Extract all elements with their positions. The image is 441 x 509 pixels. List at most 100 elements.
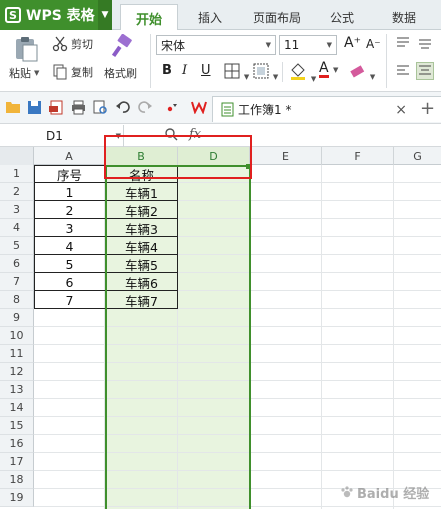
shrink-font-icon: A⁻ [366,37,381,51]
print-button[interactable] [71,100,86,118]
select-all-corner[interactable] [0,147,34,165]
wps-logo-icon: S [5,7,21,23]
header-cell-index[interactable]: 序号 [34,165,105,183]
table-cell-index[interactable]: 1 [34,183,105,201]
customize-toolbar-button[interactable] [166,100,178,117]
align-middle-button[interactable] [418,36,432,53]
open-folder-button[interactable] [5,100,21,117]
align-top-icon [396,36,410,50]
paste-label: 粘贴 [9,67,31,80]
row-header[interactable]: 10 [0,327,34,345]
formula-input[interactable] [224,126,441,146]
eraser-icon [348,63,366,79]
watermark-text: Baidu 经验 [357,486,430,502]
app-menu-button[interactable]: S WPS 表格 [0,0,98,30]
wps-home-button[interactable] [191,100,207,117]
row-header[interactable]: 17 [0,453,34,471]
column-header-f[interactable]: F [322,147,394,165]
table-cell-index[interactable]: 7 [34,291,105,309]
dropdown-dot-icon [166,100,178,114]
watermark: Baidu 经验 [340,478,440,506]
redo-button[interactable] [137,99,153,118]
paste-icon[interactable] [12,35,42,63]
row-header[interactable]: 8 [0,291,34,309]
undo-button[interactable] [115,99,131,118]
align-center-button[interactable] [416,62,434,80]
table-cell-index[interactable]: 2 [34,201,105,219]
scissors-icon [52,36,68,52]
row-header[interactable]: 7 [0,273,34,291]
table-cell-index[interactable]: 6 [34,273,105,291]
grow-font-icon: A⁺ [344,35,361,51]
tab-insert[interactable]: 插入 [186,4,234,30]
font-color-button[interactable]: A ▼ [319,60,338,78]
table-cell-index[interactable]: 4 [34,237,105,255]
column-header-e[interactable]: E [250,147,322,165]
tab-formulas[interactable]: 公式 [318,4,366,30]
redo-icon [137,99,153,115]
row-header[interactable]: 3 [0,201,34,219]
row-header[interactable]: 4 [0,219,34,237]
highlight-annotation-box [104,135,252,179]
column-header-g[interactable]: G [394,147,441,165]
close-tab-button[interactable]: × [395,102,407,118]
row-header[interactable]: 16 [0,435,34,453]
grow-font-button[interactable]: A⁺ [344,35,361,51]
align-left-button[interactable] [396,64,410,81]
shrink-font-button[interactable]: A⁻ [366,37,381,51]
print-preview-button[interactable] [93,100,108,118]
table-cell-index[interactable]: 5 [34,255,105,273]
row-header[interactable]: 1 [0,165,34,183]
row-header[interactable]: 19 [0,489,34,507]
tab-home[interactable]: 开始 [120,4,178,31]
table-cell-index[interactable]: 3 [34,219,105,237]
save-button[interactable] [27,100,42,118]
row-header[interactable]: 6 [0,255,34,273]
underline-button[interactable]: U [201,63,211,78]
tab-page-layout[interactable]: 页面布局 [244,4,310,30]
align-top-button[interactable] [396,36,410,53]
merge-cells-button[interactable]: ▼ [253,63,278,82]
export-pdf-button[interactable] [49,100,64,118]
font-name-select[interactable]: 宋体 ▼ [156,35,276,55]
row-header[interactable]: 13 [0,381,34,399]
new-tab-button[interactable]: + [420,98,435,119]
paint-bucket-icon [289,61,307,81]
format-painter-button[interactable]: 格式刷 [104,65,137,81]
printer-icon [71,100,86,115]
borders-icon [224,63,240,79]
pdf-icon [49,100,64,115]
row-header[interactable]: 15 [0,417,34,435]
bold-button[interactable]: B [162,63,172,78]
font-size-select[interactable]: 11 ▼ [279,35,337,55]
document-tab[interactable]: 工作簿1 * × [212,96,441,122]
borders-dropdown-icon: ▼ [243,73,250,81]
italic-button[interactable]: I [182,63,187,78]
borders-button[interactable]: ▼ [224,63,249,82]
tab-data[interactable]: 数据 [376,4,432,30]
cut-button[interactable]: 剪切 [52,36,93,52]
font-name-dropdown-icon: ▼ [265,41,271,49]
column-header-a[interactable]: A [34,147,105,165]
folder-icon [5,100,21,114]
row-header[interactable]: 12 [0,363,34,381]
clear-format-button[interactable]: ▼ [348,63,375,82]
format-painter-icon[interactable] [110,33,136,60]
row-header[interactable]: 9 [0,309,34,327]
row-header[interactable]: 18 [0,471,34,489]
copy-button[interactable]: 复制 [52,64,93,80]
spreadsheet-file-icon [221,102,234,117]
column-gridline [393,165,394,509]
row-header[interactable]: 5 [0,237,34,255]
fill-color-button[interactable]: ▼ [289,61,316,84]
column-gridline [321,165,322,509]
undo-icon [115,99,131,115]
paste-dropdown-icon: ▼ [34,69,40,77]
font-size-dropdown-icon: ▼ [326,41,332,49]
row-header[interactable]: 14 [0,399,34,417]
row-header[interactable]: 11 [0,345,34,363]
print-preview-icon [93,100,108,115]
app-menu-dropdown-icon[interactable]: ▼ [98,0,112,30]
row-header[interactable]: 2 [0,183,34,201]
paste-button[interactable]: 粘贴 ▼ [9,65,39,81]
